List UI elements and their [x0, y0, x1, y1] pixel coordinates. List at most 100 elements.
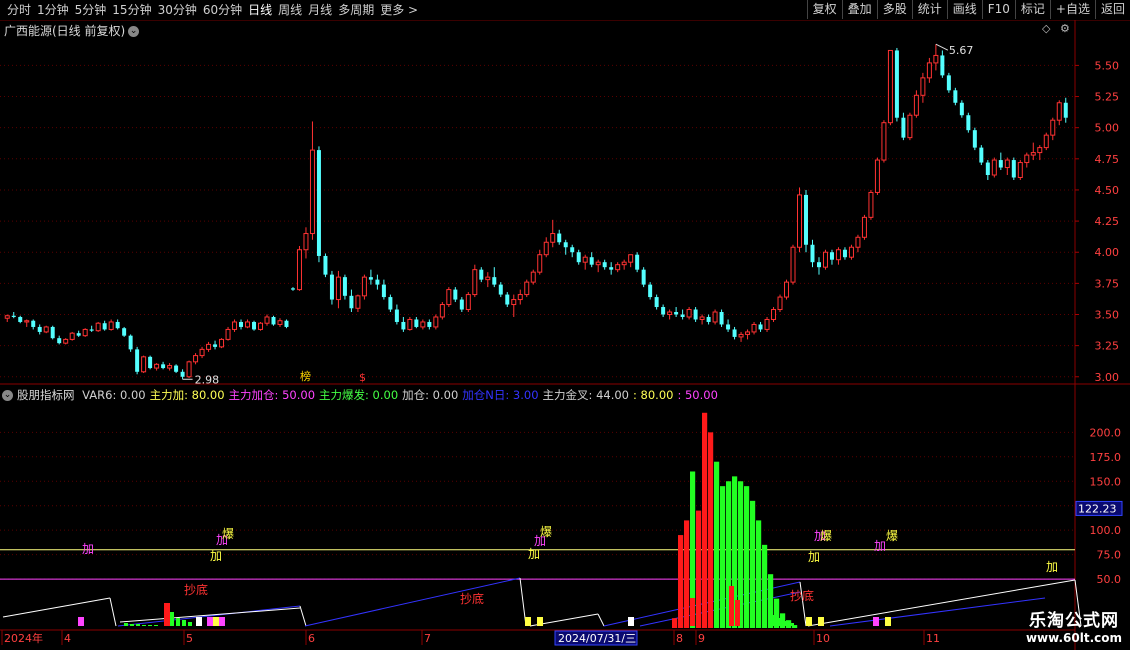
candle — [50, 325, 55, 340]
candle-body — [148, 356, 153, 369]
candle-body — [453, 289, 458, 300]
price-tick-label: 5.50 — [1095, 59, 1120, 72]
candle-body — [82, 328, 88, 337]
candle — [745, 329, 751, 340]
event-mark: $ — [359, 371, 366, 384]
candle — [479, 267, 484, 283]
kline-chart[interactable]: 5.50 5.25 5.00 4.75 4.50 4.25 4.00 3.75 3.50 3.25… — [0, 0, 1130, 650]
candle-body — [543, 241, 549, 256]
date-label: 10 — [816, 632, 830, 645]
date-label: 7 — [424, 632, 431, 645]
candle-body — [907, 114, 913, 139]
candle — [615, 262, 621, 273]
candle — [991, 157, 997, 178]
candle-body — [355, 295, 361, 309]
candle — [252, 320, 257, 331]
candle-body — [563, 242, 568, 248]
candle-body — [446, 289, 452, 306]
candle-body — [804, 194, 808, 245]
candle-body — [706, 316, 711, 322]
candle — [485, 272, 491, 288]
signal-block — [207, 617, 213, 626]
date-label: 11 — [926, 632, 940, 645]
candle-body — [758, 324, 763, 330]
candle — [635, 252, 640, 273]
signal-text: 爆 — [820, 529, 832, 543]
candle-body — [589, 257, 594, 265]
candle-body — [874, 159, 880, 193]
current-value-tag: 122.23 — [1078, 502, 1117, 515]
candle-body — [1050, 119, 1056, 136]
candle-body — [498, 284, 503, 295]
indicator-tick-label: 200.0 — [1090, 426, 1122, 439]
candle — [271, 315, 276, 326]
event-mark: 榜 — [300, 369, 311, 383]
candle — [524, 279, 530, 298]
price-tick-label: 3.75 — [1095, 277, 1120, 290]
candle — [1011, 157, 1016, 180]
signal-block — [213, 617, 219, 626]
date-label: 9 — [698, 632, 705, 645]
candle-body — [576, 252, 581, 263]
candle — [446, 287, 452, 308]
candle-body — [115, 321, 120, 329]
candle-body — [349, 295, 354, 309]
candle-body — [213, 344, 218, 347]
candle-body — [985, 162, 990, 176]
candle — [920, 72, 926, 103]
indicator-line — [2, 597, 111, 618]
chevron-down-icon[interactable]: ⌄ — [2, 390, 13, 401]
candle — [31, 319, 36, 330]
candle-body — [972, 130, 977, 148]
candle-body — [641, 269, 646, 285]
signal-block — [628, 617, 634, 626]
candle — [887, 49, 893, 126]
date-label: 4 — [64, 632, 71, 645]
candle — [225, 326, 231, 341]
candle-body — [537, 254, 543, 273]
indicator-tick-label: 175.0 — [1090, 451, 1122, 464]
candle-body — [654, 297, 659, 308]
candle — [674, 307, 679, 317]
indicator-tick-label: 50.0 — [1097, 573, 1122, 586]
indicator-bar — [124, 623, 128, 626]
candle-body — [1056, 102, 1062, 121]
candle-body — [842, 249, 847, 258]
signal-block — [196, 617, 202, 626]
candle-body — [43, 326, 49, 333]
indicator-bar — [772, 615, 776, 626]
candle — [979, 145, 984, 166]
candle-body — [264, 316, 270, 324]
candle-body — [1024, 154, 1030, 164]
candle-body — [712, 311, 718, 323]
signal-text: 爆 — [886, 529, 898, 543]
candle — [498, 282, 503, 298]
candle — [537, 249, 543, 275]
candle — [816, 257, 821, 275]
signal-block — [78, 617, 84, 626]
candle — [628, 254, 634, 268]
candle — [277, 318, 283, 327]
candle — [206, 341, 212, 352]
candle — [11, 312, 16, 319]
signal-text: 加 — [808, 550, 820, 564]
candle — [589, 252, 594, 268]
candle-body — [323, 255, 328, 275]
candle — [822, 249, 828, 270]
candle-body — [738, 333, 744, 338]
candle — [790, 244, 796, 285]
indicator-field: 主力爆发: 0.00 — [319, 388, 399, 402]
candle — [102, 320, 107, 331]
candle-body — [1037, 147, 1043, 154]
candle — [141, 355, 147, 374]
candle — [43, 325, 49, 334]
candle-body — [764, 318, 770, 330]
candle — [901, 112, 906, 141]
signal-text: 爆 — [540, 525, 552, 539]
indicator-bar — [784, 621, 788, 626]
candle-body — [855, 236, 861, 248]
candle — [316, 146, 321, 263]
candle-body — [303, 233, 309, 251]
indicator-name: 股朋指标网 — [17, 388, 75, 402]
candle — [245, 319, 251, 329]
